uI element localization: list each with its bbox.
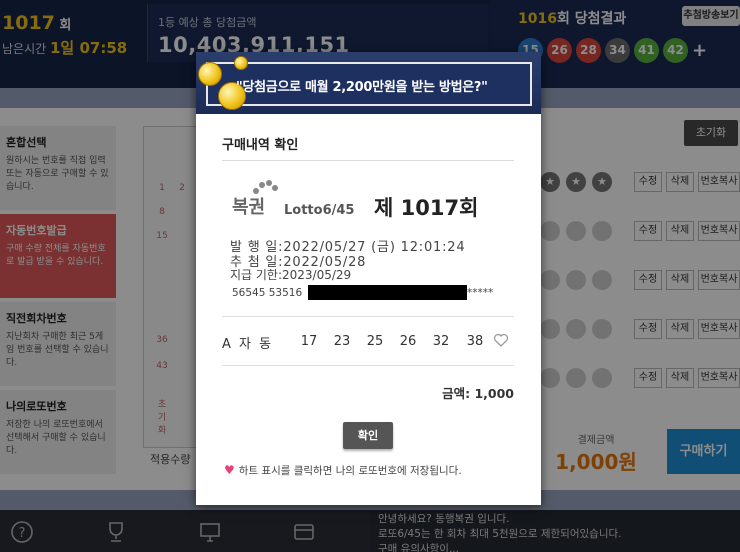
game-number: 32 [432,334,450,349]
game-label: A 자 동 [222,337,274,352]
heart-hint: ♥ 하트 표시를 클릭하면 나의 로또번호에 저장됩니다. [224,463,462,478]
coin-icon [234,56,248,70]
ticket-serial: 56545 53516 [232,287,303,299]
logo-korean: 복권 [232,197,266,218]
lotto-logo: 복권 Lotto6/45 [232,179,355,224]
ticket-serial-suffix: ***** [467,287,494,299]
logo-lotto: Lotto6/45 [284,203,355,218]
game-number: 25 [366,334,384,349]
divider [222,160,514,161]
hint-text: 하트 표시를 클릭하면 나의 로또번호에 저장됩니다. [238,465,462,477]
divider [222,316,514,317]
promo-banner[interactable]: "당첨금으로 매월 2,200만원을 받는 방법은?" [196,52,541,114]
heart-filled-icon: ♥ [224,463,235,477]
game-number: 38 [466,334,484,349]
purchase-confirm-modal: "당첨금으로 매월 2,200만원을 받는 방법은?" 구매내역 확인 복권 L… [196,52,541,505]
confirm-button[interactable]: 확인 [343,422,393,449]
payment-deadline: 지급 기한:2023/05/29 [230,268,352,282]
ticket-round: 제 1017회 [374,196,479,220]
coin-icon [198,62,222,86]
total-amount: 금액: 1,000 [442,386,514,401]
divider [222,365,514,366]
banner-text: "당첨금으로 매월 2,200만원을 받는 방법은?" [236,80,488,95]
heart-icon[interactable] [493,332,509,348]
serial-redaction [308,285,467,300]
game-number: 23 [333,334,351,349]
game-number: 17 [300,334,318,349]
game-number: 26 [399,334,417,349]
modal-title: 구매내역 확인 [222,138,299,153]
